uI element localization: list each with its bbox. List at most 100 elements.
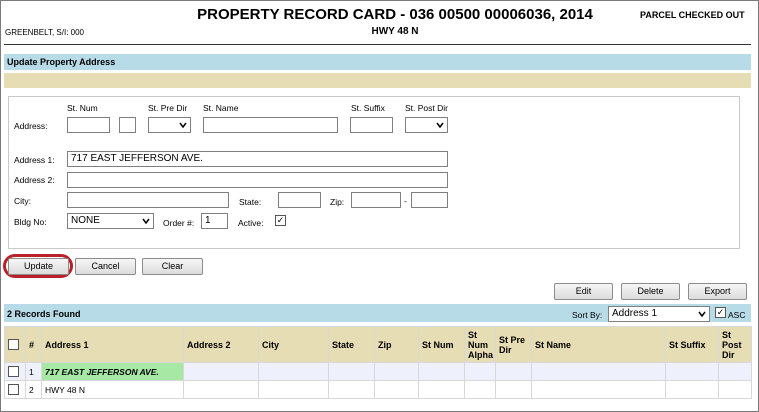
- column-header[interactable]: #: [25, 326, 42, 363]
- row-checkbox[interactable]: [8, 384, 19, 396]
- st-name-label: St. Name: [203, 103, 239, 113]
- table-header-row: # Address 1 Address 2 City State Zip St …: [4, 326, 752, 363]
- parcel-status: PARCEL CHECKED OUT: [640, 10, 745, 20]
- address-label: Address:: [14, 121, 48, 131]
- asc-checkbox[interactable]: ✓: [715, 307, 726, 318]
- update-button[interactable]: Update: [8, 258, 69, 275]
- table-cell: [718, 362, 752, 381]
- zip4-input[interactable]: [411, 192, 448, 208]
- row-checkbox[interactable]: [8, 366, 19, 378]
- owner-info: GREENBELT, S/I: 000: [5, 28, 84, 37]
- section-header: Update Property Address: [4, 54, 751, 70]
- st-num-label: St. Num: [67, 103, 98, 113]
- table-cell: [328, 362, 375, 381]
- table-cell: [258, 362, 329, 381]
- order-input[interactable]: 1: [201, 213, 228, 229]
- city-label: City:: [14, 196, 31, 206]
- st-name-input[interactable]: [203, 117, 338, 133]
- st-num-input[interactable]: [67, 117, 110, 133]
- table-cell: [495, 362, 532, 381]
- table-cell: [495, 380, 532, 399]
- column-header[interactable]: St Suffix: [665, 326, 719, 363]
- bldg-no-select[interactable]: NONE: [67, 213, 154, 229]
- table-cell: [464, 362, 496, 381]
- row-select-cell: [4, 380, 26, 399]
- export-button[interactable]: Export: [688, 283, 747, 300]
- sort-by-select[interactable]: Address 1: [608, 306, 710, 322]
- st-suffix-input[interactable]: [350, 117, 393, 133]
- state-label: State:: [239, 197, 262, 207]
- chevron-down-icon: [142, 218, 150, 225]
- city-input[interactable]: [67, 192, 229, 208]
- st-pre-dir-label: St. Pre Dir: [148, 103, 188, 113]
- records-count: 2 Records Found: [7, 309, 81, 319]
- table-cell: [531, 380, 666, 399]
- row-number: 2: [25, 380, 42, 399]
- asc-label: ASC: [728, 310, 746, 320]
- row-number: 1: [25, 362, 42, 381]
- address1-cell: 717 EAST JEFFERSON AVE.: [41, 362, 184, 381]
- address2-input[interactable]: [67, 172, 448, 188]
- active-label: Active:: [238, 218, 264, 228]
- chevron-down-icon: [698, 311, 706, 318]
- column-header[interactable]: Address 2: [183, 326, 259, 363]
- address1-input[interactable]: 717 EAST JEFFERSON AVE.: [67, 151, 448, 167]
- bldg-no-label: Bldg No:: [14, 217, 47, 227]
- table-cell: [328, 380, 375, 399]
- sort-by-label: Sort By:: [572, 310, 603, 320]
- table-cell: [183, 380, 259, 399]
- column-header[interactable]: St Num Alpha: [464, 326, 496, 363]
- table-row[interactable]: 2 HWY 48 N: [4, 380, 752, 399]
- bldg-no-value: NONE: [71, 215, 100, 226]
- clear-button[interactable]: Clear: [142, 258, 203, 275]
- sort-by-value: Address 1: [612, 308, 658, 319]
- column-header[interactable]: Address 1: [41, 326, 184, 363]
- state-input[interactable]: [278, 192, 321, 208]
- cancel-button[interactable]: Cancel: [75, 258, 136, 275]
- table-cell: [374, 380, 419, 399]
- records-table: # Address 1 Address 2 City State Zip St …: [4, 326, 752, 399]
- zip-label: Zip:: [330, 197, 345, 207]
- table-cell: [183, 362, 259, 381]
- table-cell: [665, 362, 719, 381]
- address1-cell: HWY 48 N: [41, 380, 184, 399]
- table-cell: [665, 380, 719, 399]
- table-cell: [531, 362, 666, 381]
- st-suffix-label: St. Suffix: [351, 103, 385, 113]
- column-header[interactable]: St Num: [418, 326, 465, 363]
- st-pre-dir-select[interactable]: [148, 117, 191, 133]
- column-header[interactable]: St Pre Dir: [495, 326, 532, 363]
- column-header[interactable]: St Name: [531, 326, 666, 363]
- st-post-dir-select[interactable]: [405, 117, 448, 133]
- table-cell: [258, 380, 329, 399]
- order-label: Order #:: [163, 218, 195, 228]
- column-header[interactable]: Zip: [374, 326, 419, 363]
- table-cell: [374, 362, 419, 381]
- active-checkbox[interactable]: ✓: [275, 215, 286, 226]
- column-header[interactable]: City: [258, 326, 329, 363]
- section-subbar: [4, 73, 751, 88]
- column-header[interactable]: State: [328, 326, 375, 363]
- section-title: Update Property Address: [7, 57, 116, 67]
- st-num-alpha-input[interactable]: [119, 117, 136, 133]
- zip-separator: -: [404, 196, 407, 206]
- st-post-dir-label: St. Post Dir: [405, 103, 448, 113]
- delete-button[interactable]: Delete: [621, 283, 680, 300]
- page-subtitle: HWY 48 N: [371, 26, 419, 37]
- chevron-down-icon: [436, 122, 444, 129]
- select-all-checkbox[interactable]: [8, 339, 19, 351]
- table-cell: [418, 380, 465, 399]
- select-all-cell: [4, 326, 26, 363]
- table-cell: [718, 380, 752, 399]
- address1-label: Address 1:: [14, 155, 55, 165]
- header-divider: [4, 44, 751, 45]
- chevron-down-icon: [179, 122, 187, 129]
- address2-label: Address 2:: [14, 175, 55, 185]
- column-header[interactable]: St Post Dir: [718, 326, 752, 363]
- table-cell: [464, 380, 496, 399]
- table-cell: [418, 362, 465, 381]
- table-row[interactable]: 1 717 EAST JEFFERSON AVE.: [4, 362, 752, 381]
- edit-button[interactable]: Edit: [554, 283, 613, 300]
- row-select-cell: [4, 362, 26, 381]
- zip-input[interactable]: [351, 192, 401, 208]
